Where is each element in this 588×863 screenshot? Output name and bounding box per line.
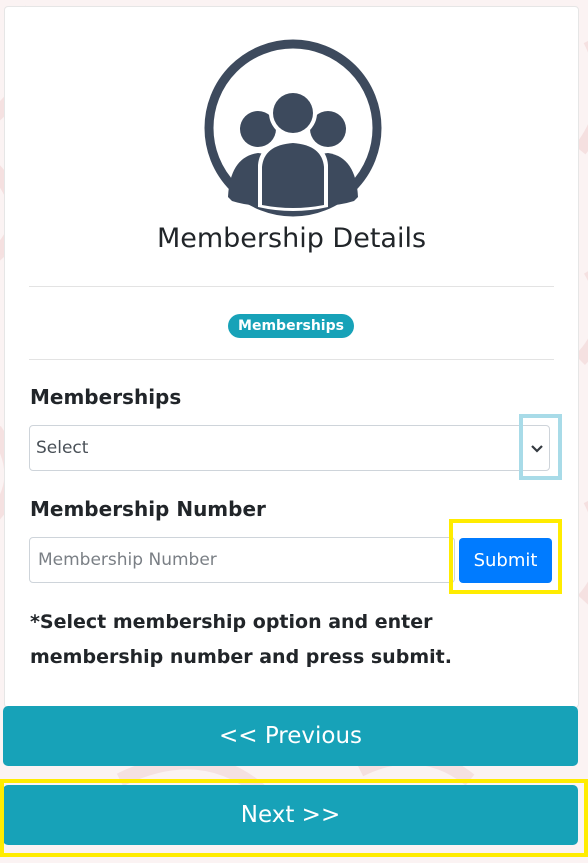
previous-button[interactable]: << Previous [3,706,578,766]
note-line-2: membership number and press submit. [30,646,452,668]
membership-number-label: Membership Number [30,497,266,521]
divider-top [29,286,554,287]
membership-number-input[interactable] [29,537,455,583]
submit-button[interactable]: Submit [459,538,552,583]
membership-card: Membership Details Memberships Membershi… [4,6,579,708]
memberships-badge: Memberships [228,314,354,338]
chevron-down-icon[interactable] [529,440,545,456]
group-users-icon [202,37,384,219]
memberships-label: Memberships [30,385,182,409]
select-value: Select [36,438,89,458]
memberships-select[interactable]: Select [29,425,550,471]
instruction-note: *Select membership option and enter memb… [30,605,550,675]
page-title: Membership Details [156,223,427,254]
next-button[interactable]: Next >> [3,785,578,845]
note-line-1: *Select membership option and enter [30,611,433,633]
divider-bottom [29,359,554,360]
